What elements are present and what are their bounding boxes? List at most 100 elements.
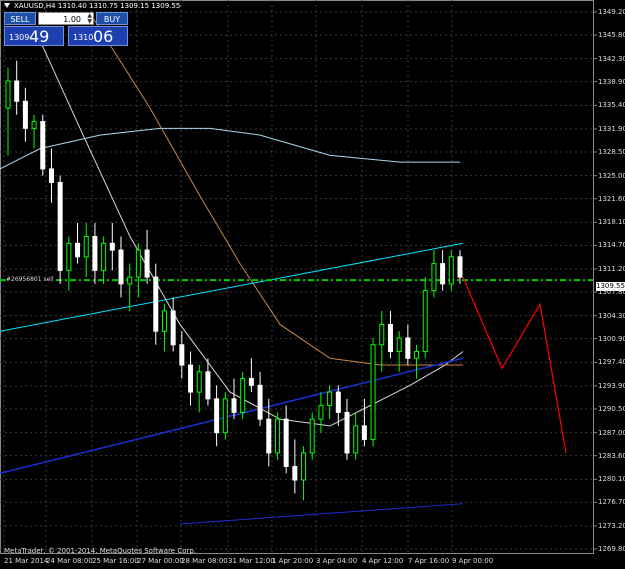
y-tick-label: 1349.20: [598, 8, 625, 16]
x-tick-label: 21 Mar 2014: [4, 557, 49, 565]
candle-body: [22, 100, 28, 129]
x-tick-label: 1 Apr 20:00: [272, 557, 314, 565]
candle-body: [48, 168, 54, 183]
candle-body: [309, 418, 315, 454]
x-tick-label: 3 Apr 04:00: [316, 557, 358, 565]
candle-body: [248, 378, 254, 386]
candle-body: [405, 337, 411, 359]
candle-body: [153, 276, 159, 332]
bid-price-box[interactable]: 1309 49: [4, 26, 64, 46]
candle-body: [274, 418, 280, 454]
y-tick-label: 1331.90: [598, 125, 625, 133]
y-tick-label: 1290.50: [598, 405, 625, 413]
sell-button[interactable]: SELL: [4, 12, 36, 25]
symbol-info: XAUUSD,H4 1310.40 1310.75 1309.15 1309.5…: [14, 2, 181, 10]
candle-body: [301, 452, 307, 481]
candle-body: [266, 418, 272, 454]
price-chart[interactable]: [0, 0, 625, 569]
candle-body: [188, 364, 194, 393]
candle-body: [353, 425, 359, 454]
candle-body: [440, 263, 446, 285]
candle-body: [222, 398, 228, 434]
candle-body: [422, 290, 428, 353]
y-tick-label: 1273.20: [598, 522, 625, 530]
y-tick-label: 1293.90: [598, 382, 625, 390]
y-tick-label: 1307.80: [598, 287, 625, 296]
candle-body: [101, 242, 107, 271]
candle-body: [370, 344, 376, 440]
candle-body: [83, 236, 89, 258]
candle-body: [144, 249, 150, 278]
candle-body: [283, 418, 289, 467]
x-tick-label: 4 Apr 12:00: [362, 557, 404, 565]
candle-body: [57, 181, 63, 271]
candle-body: [40, 121, 46, 170]
candle-body: [179, 344, 185, 366]
candle-body: [361, 425, 367, 440]
symbol-dropdown-icon[interactable]: [4, 3, 10, 8]
lot-size-input[interactable]: 1.00 ▲ ▼: [38, 12, 94, 25]
candle-body: [448, 256, 454, 285]
chart-background: [0, 0, 625, 569]
ask-price-prefix: 1310: [73, 33, 94, 42]
candle-body: [379, 323, 385, 346]
y-tick-label: 1314.70: [598, 241, 625, 250]
candle-body: [214, 398, 220, 434]
y-tick-label: 1338.90: [598, 77, 625, 86]
x-tick-label: 31 Mar 12:00: [228, 557, 275, 565]
x-tick-label: 24 Mar 08:00: [46, 557, 93, 565]
candle-body: [135, 249, 141, 278]
y-tick-label: 1311.20: [598, 265, 625, 273]
y-tick-label: 1328.50: [598, 147, 625, 156]
y-tick-label: 1280.10: [598, 475, 625, 484]
candle-body: [387, 323, 393, 353]
candle-body: [92, 236, 98, 271]
y-tick-label: 1321.60: [598, 194, 625, 203]
candle-body: [196, 371, 202, 393]
candle-body: [14, 80, 20, 102]
candle-body: [240, 378, 246, 413]
order-line-label: #26956801 sell: [6, 276, 54, 283]
candle-body: [205, 371, 211, 400]
x-tick-label: 27 Mar 00:00: [137, 557, 184, 565]
candle-body: [231, 398, 237, 413]
x-tick-label: 28 Mar 08:00: [181, 557, 228, 565]
bid-price-prefix: 1309: [9, 33, 30, 42]
lot-spinner-icon[interactable]: ▲ ▼: [87, 13, 92, 25]
y-tick-label: 1342.30: [598, 54, 625, 63]
candle-body: [118, 249, 124, 285]
candle-body: [457, 256, 463, 278]
y-tick-label: 1283.60: [598, 451, 625, 460]
candle-body: [344, 411, 350, 454]
one-click-trading-panel: SELL 1.00 ▲ ▼ BUY 1309 49 1310 06: [4, 12, 128, 46]
candle-body: [161, 310, 167, 332]
candle-body: [396, 337, 402, 353]
candle-body: [127, 276, 133, 285]
candle-body: [170, 310, 176, 346]
ask-price-pips: 06: [93, 27, 114, 46]
buy-button[interactable]: BUY: [96, 12, 128, 25]
x-tick-label: 25 Mar 16:00: [92, 557, 139, 565]
x-tick-label: 9 Apr 00:00: [452, 557, 494, 565]
candle-body: [75, 242, 81, 258]
x-tick-label: 7 Apr 16:00: [408, 557, 450, 565]
copyright-text: MetaTrader, © 2001-2014, MetaQuotes Soft…: [4, 547, 197, 555]
y-tick-label: 1269.80: [598, 545, 625, 553]
y-tick-label: 1300.90: [598, 334, 625, 343]
y-tick-label: 1325.00: [598, 171, 625, 180]
candle-body: [31, 121, 37, 129]
candle-body: [318, 405, 324, 420]
candle-body: [292, 465, 298, 481]
candle-body: [431, 263, 437, 292]
lot-size-value: 1.00: [63, 15, 81, 24]
y-tick-label: 1345.80: [598, 30, 625, 39]
candle-body: [414, 351, 420, 359]
candle-body: [257, 384, 263, 420]
y-tick-label: 1318.10: [598, 218, 625, 227]
candle-body: [327, 391, 333, 407]
candle-body: [335, 391, 341, 413]
ask-price-box[interactable]: 1310 06: [68, 26, 128, 46]
y-tick-label: 1287.00: [598, 428, 625, 437]
y-tick-label: 1297.40: [598, 358, 625, 367]
y-tick-label: 1304.30: [598, 311, 625, 320]
